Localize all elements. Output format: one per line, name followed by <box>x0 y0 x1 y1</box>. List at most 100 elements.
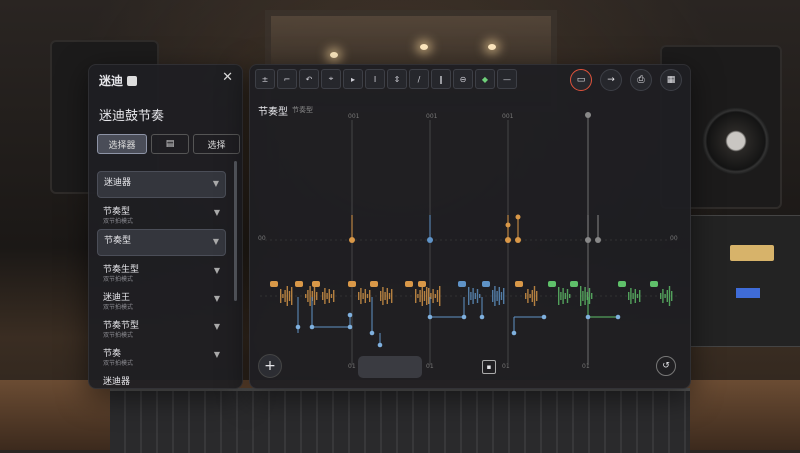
connector-node[interactable] <box>479 314 485 320</box>
note-hit[interactable] <box>326 293 328 299</box>
connector-node[interactable] <box>377 342 383 348</box>
note-marker[interactable] <box>505 237 511 243</box>
note-block[interactable] <box>650 281 658 287</box>
note-hit[interactable] <box>639 290 641 302</box>
note-hit[interactable] <box>358 292 360 300</box>
note-block[interactable] <box>618 281 626 287</box>
note-block[interactable] <box>295 281 303 287</box>
note-hit[interactable] <box>628 292 630 300</box>
note-hit[interactable] <box>309 286 311 306</box>
note-block[interactable] <box>348 281 356 287</box>
note-hit[interactable] <box>531 290 533 302</box>
add-button[interactable]: + <box>258 354 282 378</box>
list-item[interactable]: 迷迪王 双节拍模式 ▼ <box>97 287 226 312</box>
note-hit[interactable] <box>632 293 634 299</box>
note-hit[interactable] <box>384 292 386 300</box>
note-hit[interactable] <box>591 293 593 299</box>
note-hit[interactable] <box>636 294 639 298</box>
stop-icon[interactable]: ▪ <box>482 360 496 374</box>
note-hit[interactable] <box>366 294 369 298</box>
note-hit[interactable] <box>362 293 364 299</box>
note-hit[interactable] <box>569 294 571 298</box>
connector-node[interactable] <box>541 314 547 320</box>
list-item[interactable]: 迷迪器 ▼ <box>97 171 226 198</box>
note-hit[interactable] <box>634 289 636 303</box>
list-item[interactable]: 节奏型 ▼ <box>97 229 226 256</box>
note-hit[interactable] <box>582 291 584 301</box>
note-marker[interactable] <box>515 237 521 243</box>
note-block[interactable] <box>482 281 490 287</box>
note-hit[interactable] <box>566 289 569 303</box>
note-hit[interactable] <box>560 292 562 300</box>
note-hit[interactable] <box>588 288 591 304</box>
note-hit[interactable] <box>313 287 316 305</box>
note-block[interactable] <box>270 281 278 287</box>
note-hit[interactable] <box>380 291 382 301</box>
connector-node[interactable] <box>615 314 621 320</box>
note-hit[interactable] <box>426 287 428 305</box>
note-hit[interactable] <box>666 290 668 302</box>
note-hit[interactable] <box>434 294 436 298</box>
playhead-handle[interactable] <box>585 112 591 118</box>
note-hit[interactable] <box>386 288 388 304</box>
note-hit[interactable] <box>286 286 288 306</box>
note-hit[interactable] <box>333 290 335 302</box>
note-hit[interactable] <box>360 288 362 304</box>
note-hit[interactable] <box>324 288 326 304</box>
note-hit[interactable] <box>305 294 307 298</box>
connector-node[interactable] <box>585 314 591 320</box>
note-hit[interactable] <box>472 288 474 304</box>
note-hit[interactable] <box>328 289 330 303</box>
note-marker[interactable] <box>505 222 511 228</box>
note-hit[interactable] <box>322 292 324 300</box>
note-hit[interactable] <box>330 294 333 298</box>
note-hit[interactable] <box>307 290 309 302</box>
connector-node[interactable] <box>427 314 433 320</box>
note-hit[interactable] <box>474 293 476 299</box>
close-icon[interactable]: ✕ <box>222 70 233 85</box>
list-item[interactable]: 节奏 双节拍模式 ▼ <box>97 343 226 368</box>
connector-node[interactable] <box>309 324 315 330</box>
note-hit[interactable] <box>388 293 391 299</box>
note-hit[interactable] <box>364 289 366 303</box>
connector-node[interactable] <box>461 314 467 320</box>
connector-node[interactable] <box>347 312 353 318</box>
note-hit[interactable] <box>562 288 564 304</box>
note-hit[interactable] <box>479 294 481 298</box>
list-item[interactable]: 节奏生型 双节拍模式 ▼ <box>97 259 226 284</box>
note-hit[interactable] <box>536 291 538 301</box>
note-hit[interactable] <box>496 291 498 301</box>
note-hit[interactable] <box>668 286 671 306</box>
note-marker[interactable] <box>349 237 355 243</box>
note-marker[interactable] <box>585 237 591 243</box>
note-hit[interactable] <box>280 289 282 303</box>
note-hit[interactable] <box>316 292 318 300</box>
note-marker[interactable] <box>595 237 601 243</box>
note-hit[interactable] <box>282 294 284 298</box>
connector-node[interactable] <box>295 324 301 330</box>
note-block[interactable] <box>458 281 466 287</box>
note-hit[interactable] <box>660 293 662 299</box>
note-hit[interactable] <box>494 286 496 306</box>
note-hit[interactable] <box>439 286 441 306</box>
list-item[interactable]: 迷迪器 <box>97 371 226 388</box>
note-marker[interactable] <box>427 237 433 243</box>
loop-icon[interactable]: ↺ <box>656 356 676 376</box>
note-hit[interactable] <box>419 290 421 302</box>
sequencer-visualization[interactable] <box>250 65 690 388</box>
list-scrollbar[interactable] <box>234 161 237 301</box>
note-hit[interactable] <box>500 292 503 300</box>
note-hit[interactable] <box>436 290 439 302</box>
note-hit[interactable] <box>470 292 472 300</box>
note-hit[interactable] <box>580 286 582 306</box>
note-block[interactable] <box>370 281 378 287</box>
note-hit[interactable] <box>382 287 384 305</box>
note-hit[interactable] <box>662 289 664 303</box>
note-hit[interactable] <box>468 287 470 305</box>
note-hit[interactable] <box>432 289 434 303</box>
note-hit[interactable] <box>527 289 529 303</box>
note-hit[interactable] <box>558 287 560 305</box>
connector-node[interactable] <box>511 330 517 336</box>
note-hit[interactable] <box>564 293 566 299</box>
selector-button[interactable]: 选择器 <box>97 134 147 154</box>
